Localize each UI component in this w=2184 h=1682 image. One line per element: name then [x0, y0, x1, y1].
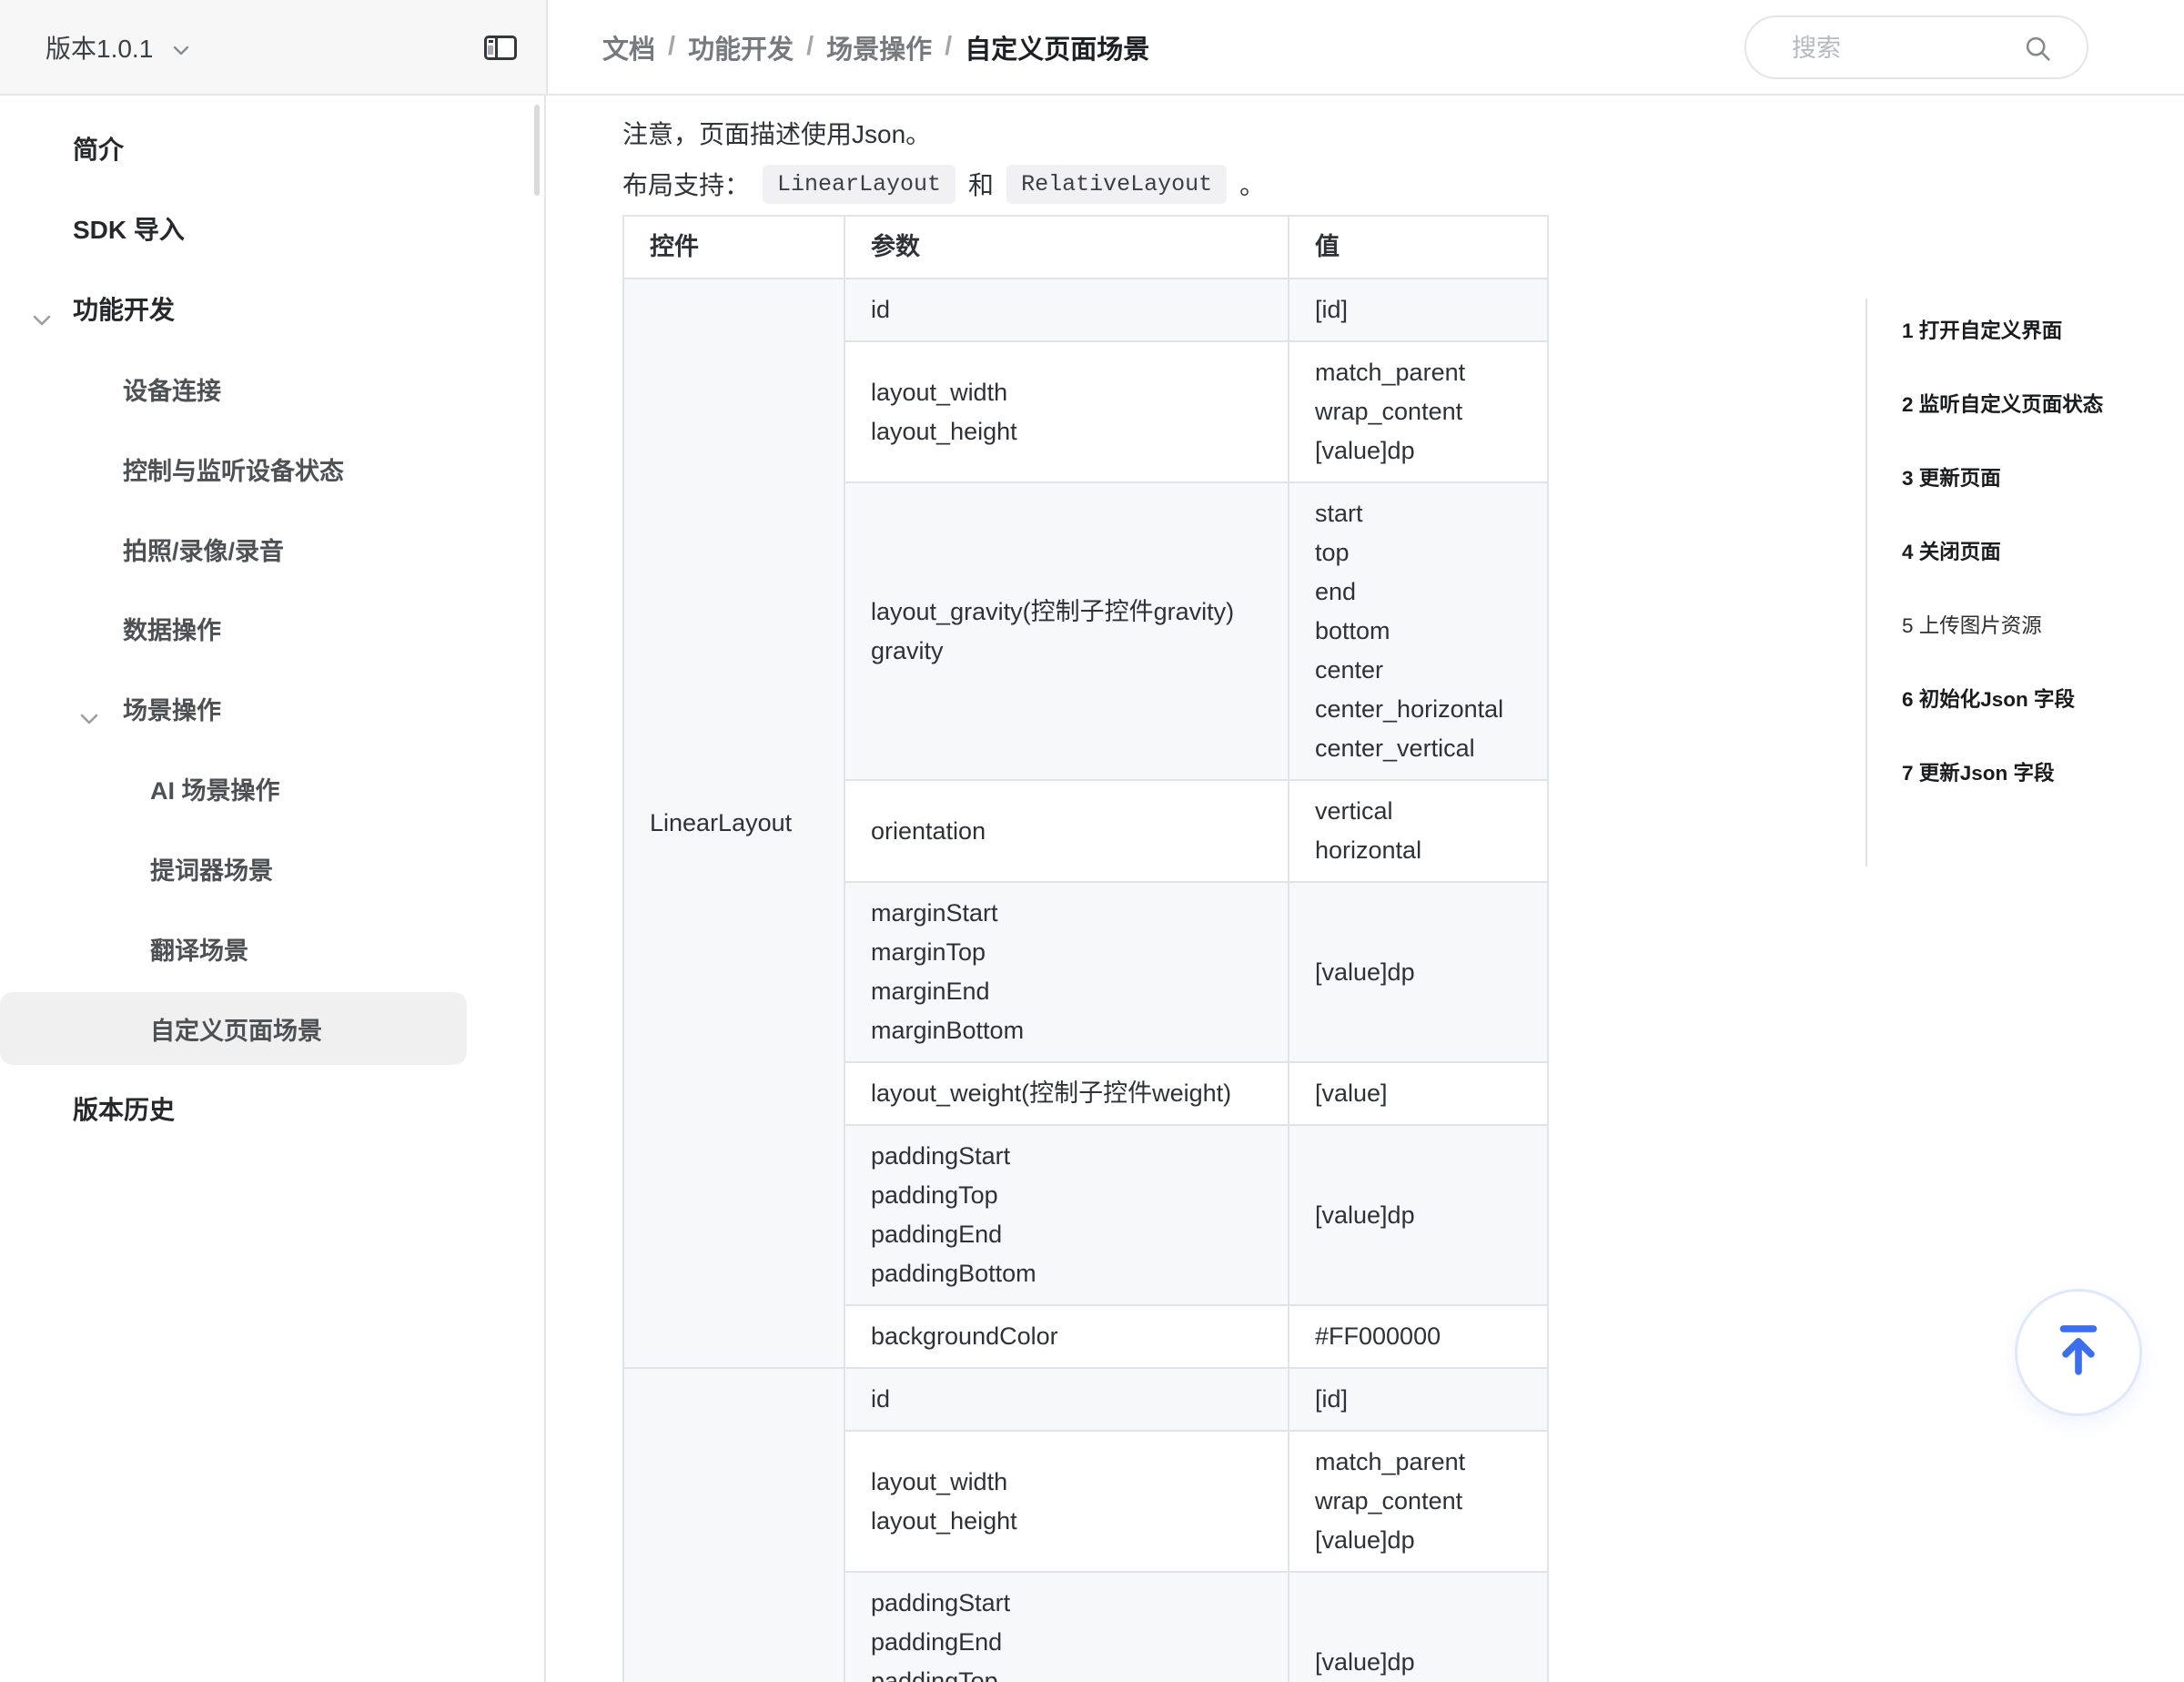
chevron-down-icon — [173, 33, 189, 62]
toc-item-update-page[interactable]: 3 更新页面 — [1902, 459, 2001, 495]
table-header-row: 控件 参数 值 — [622, 215, 1549, 279]
sidebar-item-intro[interactable]: 简介 — [0, 112, 467, 185]
sidebar-item-translate-scene[interactable]: 翻译场景 — [0, 912, 467, 985]
breadcrumb-separator: / — [668, 32, 676, 61]
value-cell: match_parent wrap_content [value]dp — [1288, 1430, 1549, 1573]
breadcrumb: 文档 / 功能开发 / 场景操作 / 自定义页面场景 — [602, 0, 1149, 94]
code-chip-relativelayout: RelativeLayout — [1006, 164, 1228, 204]
arrow-up-to-line-icon — [2050, 1321, 2107, 1385]
toc-item-close-page[interactable]: 4 关闭页面 — [1902, 532, 2001, 569]
breadcrumb-separator: / — [806, 32, 814, 61]
code-chip-linearlayout: LinearLayout — [763, 164, 956, 204]
breadcrumb-separator: / — [945, 32, 953, 61]
value-cell: [id] — [1288, 1367, 1549, 1432]
page-toc: 1 打开自定义界面 2 监听自定义页面状态 3 更新页面 4 关闭页面 5 上传… — [1866, 299, 2184, 866]
sidebar-item-ai-scene[interactable]: AI 场景操作 — [0, 752, 467, 825]
value-cell: [value]dp — [1288, 1124, 1549, 1306]
value-cell: [value]dp — [1288, 1571, 1549, 1682]
param-cell: id — [844, 278, 1289, 342]
search-box[interactable] — [1744, 15, 2088, 79]
toc-item-update-json[interactable]: 7 更新Json 字段 — [1902, 754, 2055, 790]
param-cell: paddingStart paddingTop paddingEnd paddi… — [844, 1124, 1289, 1306]
layout-support-suffix: 。 — [1239, 171, 1266, 199]
chevron-down-icon[interactable] — [33, 303, 51, 332]
col-header-value: 值 — [1288, 215, 1549, 279]
sidebar-item-feature-dev[interactable]: 功能开发 — [0, 272, 467, 345]
param-cell: layout_gravity(控制子控件gravity) gravity — [844, 481, 1289, 781]
sidebar-scrollbar-thumb[interactable] — [534, 105, 540, 196]
layout-support-conjunction: 和 — [968, 171, 995, 199]
value-cell: [value] — [1288, 1061, 1549, 1126]
col-header-param: 参数 — [844, 215, 1289, 279]
sidebar-item-custom-page-scene[interactable]: 自定义页面场景 — [0, 992, 467, 1065]
param-cell: layout_width layout_height — [844, 1430, 1289, 1573]
sidebar-item-device-connect[interactable]: 设备连接 — [0, 352, 467, 425]
value-cell: start top end bottom center center_horiz… — [1288, 481, 1549, 781]
layout-support-prefix: 布局支持： — [622, 171, 751, 199]
sidebar-item-data-ops[interactable]: 数据操作 — [0, 592, 467, 664]
attributes-table: 控件 参数 值 LinearLayout id [id] layout_widt… — [622, 215, 1549, 1682]
col-header-control: 控件 — [622, 215, 845, 279]
chevron-down-icon[interactable] — [80, 703, 98, 731]
header-sidebar-zone: 版本1.0.1 — [0, 0, 548, 94]
top-header: 版本1.0.1 文档 / 功能开发 / 场景操作 / 自定义页面场景 — [0, 0, 2184, 96]
param-cell: layout_width layout_height — [844, 340, 1289, 483]
toc-item-listen-page-state[interactable]: 2 监听自定义页面状态 — [1902, 385, 2103, 421]
breadcrumb-docs[interactable]: 文档 — [602, 28, 655, 66]
sidebar-toggle-icon[interactable] — [484, 35, 517, 60]
back-to-top-button[interactable] — [2015, 1289, 2142, 1416]
version-selector[interactable]: 版本1.0.1 — [46, 0, 189, 94]
breadcrumb-current-page: 自定义页面场景 — [965, 35, 1150, 65]
param-cell: paddingStart paddingEnd paddingTop paddi… — [844, 1571, 1289, 1682]
sidebar-item-control-monitor[interactable]: 控制与监听设备状态 — [0, 432, 467, 505]
table-row: LinearLayout id [id] — [622, 278, 1549, 1369]
value-cell: [value]dp — [1288, 881, 1549, 1063]
sidebar-item-photo-video-audio[interactable]: 拍照/录像/录音 — [0, 512, 467, 585]
sidebar-nav: 简介 SDK 导入 功能开发 设备连接 控制与监听设备状态 拍照/录像/录音 数… — [0, 96, 546, 1682]
control-cell-second-group — [622, 1367, 845, 1682]
param-cell: marginStart marginTop marginEnd marginBo… — [844, 881, 1289, 1063]
table-row: id [id] — [622, 1367, 1549, 1682]
sidebar-item-scene-ops[interactable]: 场景操作 — [0, 672, 467, 745]
control-cell-linearlayout: LinearLayout — [622, 278, 845, 1369]
param-cell: orientation — [844, 779, 1289, 883]
value-cell: [id] — [1288, 278, 1549, 342]
value-cell: #FF000000 — [1288, 1304, 1549, 1369]
value-cell: match_parent wrap_content [value]dp — [1288, 340, 1549, 483]
value-cell: vertical horizontal — [1288, 779, 1549, 883]
search-input[interactable] — [1790, 21, 2021, 76]
sidebar-item-sdk-import[interactable]: SDK 导入 — [0, 192, 467, 265]
toc-item-upload-image[interactable]: 5 上传图片资源 — [1902, 606, 2042, 643]
toc-item-open-custom-ui[interactable]: 1 打开自定义界面 — [1902, 311, 2062, 348]
param-cell: layout_weight(控制子控件weight) — [844, 1061, 1289, 1126]
param-cell: id — [844, 1367, 1289, 1432]
sidebar-item-version-history[interactable]: 版本历史 — [0, 1072, 467, 1145]
main-content: 注意，页面描述使用Json。 布局支持： LinearLayout 和 Rela… — [548, 96, 2184, 1682]
breadcrumb-scene-ops[interactable]: 场景操作 — [826, 28, 932, 66]
layout-support-line: 布局支持： LinearLayout 和 RelativeLayout 。 — [622, 161, 1265, 207]
breadcrumb-feature-dev[interactable]: 功能开发 — [688, 28, 794, 66]
sidebar-item-teleprompter-scene[interactable]: 提词器场景 — [0, 832, 467, 905]
toc-item-init-json[interactable]: 6 初始化Json 字段 — [1902, 680, 2075, 716]
version-label: 版本1.0.1 — [46, 34, 154, 63]
note-text: 注意，页面描述使用Json。 — [622, 120, 932, 148]
search-icon[interactable] — [2023, 34, 2054, 69]
param-cell: backgroundColor — [844, 1304, 1289, 1369]
